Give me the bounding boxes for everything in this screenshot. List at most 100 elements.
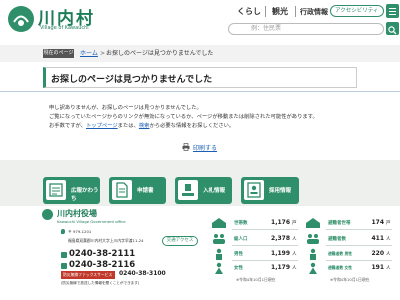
footer-address: 福島県双葉郡川内村大字上川内字早渡11-24 [68,238,144,243]
house-icon [212,218,226,228]
divider [232,260,298,261]
stat-unit: 人 [386,237,391,242]
stat-value: 220 [371,250,384,257]
error-message-line-1: 申し訳ありませんが、お探しのページは見つかりませんでした。 [49,105,202,111]
stat-value: 191 [371,264,384,271]
stat-unit: 戸 [292,221,297,226]
stat-label: 避難者数 [328,237,346,242]
site-subtitle: Village of Kawauchi [40,25,89,31]
stat-label: 総人口 [234,237,248,242]
breadcrumb-home-link[interactable]: ホーム [80,48,98,59]
search-icon [388,26,397,35]
stat-label: 避難者数 女性 [328,265,353,270]
nav-divider [265,6,266,17]
quick-link-koho[interactable]: 広報かわうち [43,177,100,204]
stat-unit: 戸 [386,221,391,226]
stat-value: 1,199 [271,250,290,257]
quick-link-label: 採用情報 [269,188,292,194]
village-emblem-icon[interactable] [8,6,34,32]
footer-office-name-en: Kawauchi Village Government office [57,219,126,224]
phone-number-2[interactable]: 0240-38-2116 [69,260,135,270]
phone-icon [61,252,67,258]
page-title: お探しのページは見つかりませんでした [51,75,213,85]
nav-kanko[interactable]: 観光 [272,6,288,17]
stats-note: ※令和4年10月1日現在 [236,277,276,282]
quick-link-saiyo[interactable]: 採用情報 [241,177,299,204]
search-link[interactable]: 検索 [139,123,150,129]
quick-link-label: 申請書 [137,188,154,194]
breadcrumb-badge: 現在のページ [43,49,74,58]
stat-value: 411 [371,235,384,242]
gavel-icon [178,180,198,200]
error-message-line-2: ご覧になっていたページからのリンクが無効になっているか、ページが移動または削除さ… [49,114,318,120]
text: から必要な情報をお探しください。 [149,123,235,129]
stat-value: 1,179 [271,264,290,271]
breadcrumb-current: お探しのページは見つかりませんでした [106,50,214,57]
divider [232,229,298,230]
divider [0,91,400,92]
fax-service-note: (防災無線で放送した情報を聞くことができます) [61,281,140,285]
breadcrumb: 現在のページ ホーム > お探しのページは見つかりませんでした [0,45,400,62]
site-header: 川内村 Village of Kawauchi くらし 観光 行政情報 アクセシ… [0,0,400,42]
id-card-icon [244,180,264,200]
map-pin-icon [61,229,65,234]
stat-label: 女性 [234,266,243,271]
stat-unit: 人 [386,266,391,271]
stat-label: 避難者世帯 [328,221,351,226]
male-icon [216,248,222,260]
nav-kurashi[interactable]: くらし [237,6,261,17]
stat-unit: 人 [386,252,391,257]
stat-row: 避難者世帯 174 戸 [304,217,400,230]
phone-number-1[interactable]: 0240-38-2111 [69,249,135,259]
print-link[interactable]: 印刷する [193,143,217,152]
female-icon [309,262,317,274]
female-icon [215,262,223,274]
stat-value: 174 [371,219,384,226]
stat-unit: 人 [292,266,297,271]
footer-postal: 〒 979-1201 [68,229,92,234]
stat-row: 避難者数 411 人 [304,233,400,246]
search-input[interactable]: 例：住民票 [228,23,384,35]
search-placeholder: 例：住民票 [251,25,282,32]
fax-icon [61,263,67,269]
divider [326,229,392,230]
document-icon [112,180,132,200]
stat-unit: 人 [292,252,297,257]
accessibility-label: アクセシビリティ [335,8,379,14]
nav-gyosei[interactable]: 行政情報 [300,7,328,17]
stat-unit: 人 [292,237,297,242]
stat-value: 1,176 [271,219,290,226]
nav-divider [295,6,296,17]
stat-label: 世帯数 [234,221,248,226]
quick-link-shinseisho[interactable]: 申請書 [109,177,166,204]
breadcrumb-separator: > [100,50,106,57]
male-icon [310,248,316,260]
accessibility-button[interactable]: アクセシビリティ [330,5,384,17]
people-icon [307,234,319,244]
quick-link-label: 入札情報 [203,188,226,194]
people-icon [213,234,225,244]
text: または、 [117,123,139,129]
error-message-line-3: お手数ですが、トップページまたは、検索から必要な情報をお探しください。 [49,121,234,129]
quick-link-nyusatsu[interactable]: 入札情報 [175,177,232,204]
menu-icon[interactable] [386,4,399,18]
stat-label: 男性 [234,252,243,257]
village-emblem-icon [42,209,53,220]
stats-note: ※令和4年10月1日現在 [330,277,370,282]
newspaper-icon [46,180,66,200]
access-button[interactable]: 交通アクセス [162,236,198,246]
divider [326,260,392,261]
top-page-link[interactable]: トップページ [86,123,118,129]
stat-row: 避難者数 男性 220 人 [304,248,400,261]
search-button[interactable] [386,22,399,35]
text: お手数ですが、 [49,123,86,129]
stat-value: 2,378 [271,235,290,242]
quick-link-label: 広報かわうち [71,188,99,202]
fax-service-badge: 防災無線ファックスサービス [61,271,115,279]
divider [232,245,298,246]
footer-office-name: 川内村役場 [57,208,97,218]
divider [326,245,392,246]
stat-label: 避難者数 男性 [328,251,353,256]
fax-service-number[interactable]: 0240-38-3100 [119,270,166,277]
page-title-box: お探しのページは見つかりませんでした [43,67,357,88]
